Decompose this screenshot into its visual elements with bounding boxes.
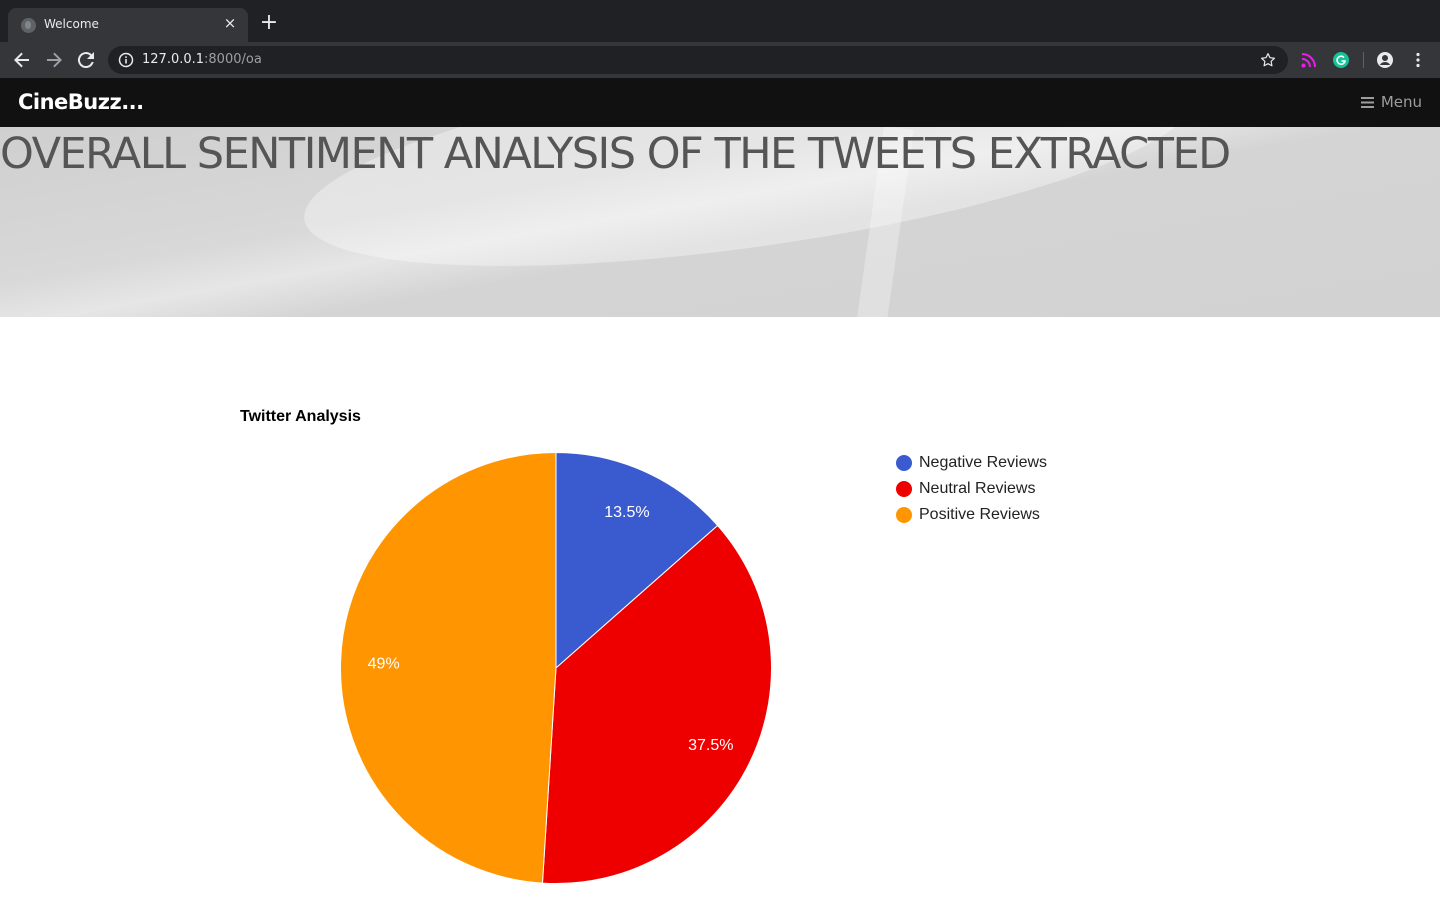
tab-close-button[interactable]: ×: [221, 14, 239, 32]
forward-arrow-icon[interactable]: [42, 48, 66, 72]
bookmark-star-icon[interactable]: [1259, 51, 1277, 69]
url-text[interactable]: 127.0.0.1:8000/oa: [142, 52, 262, 67]
menu-button[interactable]: Menu: [1360, 93, 1422, 111]
reload-icon[interactable]: [74, 48, 98, 72]
back-arrow-icon[interactable]: [10, 48, 34, 72]
hamburger-icon: [1360, 96, 1374, 108]
pie-slice-label: 49%: [368, 656, 400, 673]
legend-color-dot: [896, 507, 912, 523]
browser-tab[interactable]: Welcome ×: [8, 8, 248, 42]
chart-legend: Negative Reviews Neutral Reviews Positive …: [896, 450, 1047, 528]
browser-toolbar: 127.0.0.1:8000/oa: [0, 42, 1440, 78]
chart-title: Twitter Analysis: [240, 408, 361, 425]
site-navbar: CineBuzz... Menu: [0, 78, 1440, 127]
grammarly-extension-icon[interactable]: [1332, 51, 1350, 69]
pie-slice-label: 37.5%: [688, 737, 733, 754]
legend-label: Neutral Reviews: [919, 480, 1036, 497]
kebab-menu-icon[interactable]: [1409, 51, 1427, 69]
header-banner: OVERALL SENTIMENT ANALYSIS OF THE TWEETS…: [0, 127, 1440, 317]
new-tab-button[interactable]: +: [258, 12, 280, 34]
menu-label: Menu: [1380, 93, 1422, 111]
info-icon[interactable]: [118, 52, 134, 68]
chart-container: Twitter Analysis 13.5% 37.5% 49% Negative …: [0, 317, 1440, 900]
legend-item[interactable]: Negative Reviews: [896, 450, 1047, 476]
toolbar-separator: [1363, 52, 1364, 68]
brand-logo[interactable]: CineBuzz...: [18, 90, 144, 114]
page-title: OVERALL SENTIMENT ANALYSIS OF THE TWEETS…: [0, 129, 1231, 179]
globe-icon: [21, 18, 36, 33]
legend-label: Negative Reviews: [919, 454, 1048, 471]
legend-label: Positive Reviews: [919, 506, 1040, 523]
tab-title: Welcome: [44, 17, 99, 31]
pie-chart: 13.5% 37.5% 49%: [339, 451, 772, 884]
legend-item[interactable]: Positive Reviews: [896, 502, 1047, 528]
browser-tab-bar: Welcome × +: [0, 0, 1440, 42]
pie-slice-label: 13.5%: [604, 504, 649, 521]
legend-item[interactable]: Neutral Reviews: [896, 476, 1047, 502]
rss-extension-icon[interactable]: [1300, 51, 1318, 69]
address-bar[interactable]: 127.0.0.1:8000/oa: [108, 46, 1288, 74]
legend-color-dot: [896, 455, 912, 471]
legend-color-dot: [896, 481, 912, 497]
profile-avatar-icon[interactable]: [1376, 51, 1394, 69]
